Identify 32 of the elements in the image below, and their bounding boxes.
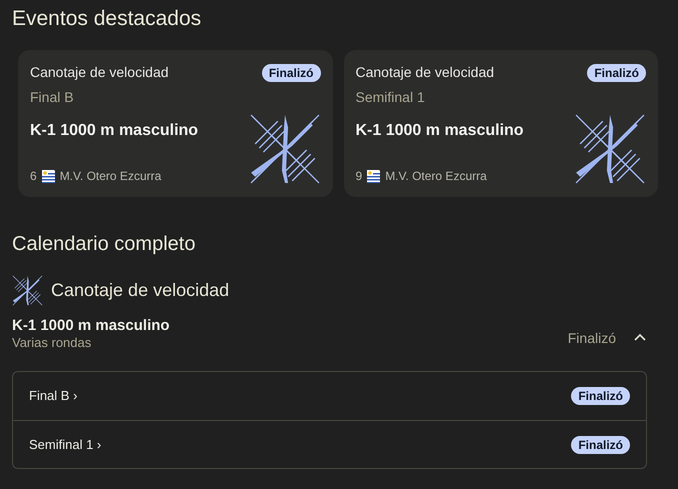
round-row[interactable]: Final B › Finalizó — [13, 372, 646, 420]
collapse-icon[interactable] — [634, 333, 646, 341]
kayak-icon — [574, 113, 646, 185]
round-row[interactable]: Semifinal 1 › Finalizó — [13, 420, 646, 468]
kayak-icon — [248, 113, 320, 185]
kayak-icon — [12, 275, 43, 306]
status-badge: Finalizó — [262, 64, 320, 82]
round-name: Semifinal 1 — [356, 88, 426, 107]
status-badge: Finalizó — [571, 436, 630, 454]
event-status: Finalizó — [568, 328, 616, 348]
sport-name: Canotaje de velocidad — [30, 63, 169, 82]
event-subtitle: Varias rondas — [12, 335, 92, 351]
flag-icon — [367, 170, 380, 182]
event-name: K-1 1000 m masculino — [356, 121, 525, 141]
athlete-name: M.V. Otero Ezcurra — [60, 168, 162, 185]
rank: 9 — [356, 168, 362, 185]
round-link[interactable]: Final B › — [29, 386, 78, 406]
event-name: K-1 1000 m masculino — [30, 121, 200, 141]
event-card[interactable]: Canotaje de velocidad Finalizó Final B K-1 1000 m masculino 6 M.V. Otero Ezcurra — [18, 50, 332, 197]
round-name: Final B — [30, 88, 75, 107]
section-title: Eventos destacados — [12, 6, 202, 32]
event-card[interactable]: Canotaje de velocidad Finalizó Semifinal 1 K-1 1000 m masculino 9 M.V. Otero Ezcurra — [344, 50, 658, 197]
status-badge: Finalizó — [571, 387, 630, 405]
status-badge: Finalizó — [587, 64, 646, 82]
flag-icon — [42, 170, 55, 182]
athlete-name: M.V. Otero Ezcurra — [385, 168, 487, 185]
section-title: Calendario completo — [12, 232, 196, 257]
rank: 6 — [30, 168, 37, 185]
sport-name: Canotaje de velocidad — [51, 279, 230, 302]
event-name: K-1 1000 m masculino — [12, 317, 171, 335]
sport-name: Canotaje de velocidad — [356, 63, 494, 82]
round-link[interactable]: Semifinal 1 › — [29, 434, 102, 454]
